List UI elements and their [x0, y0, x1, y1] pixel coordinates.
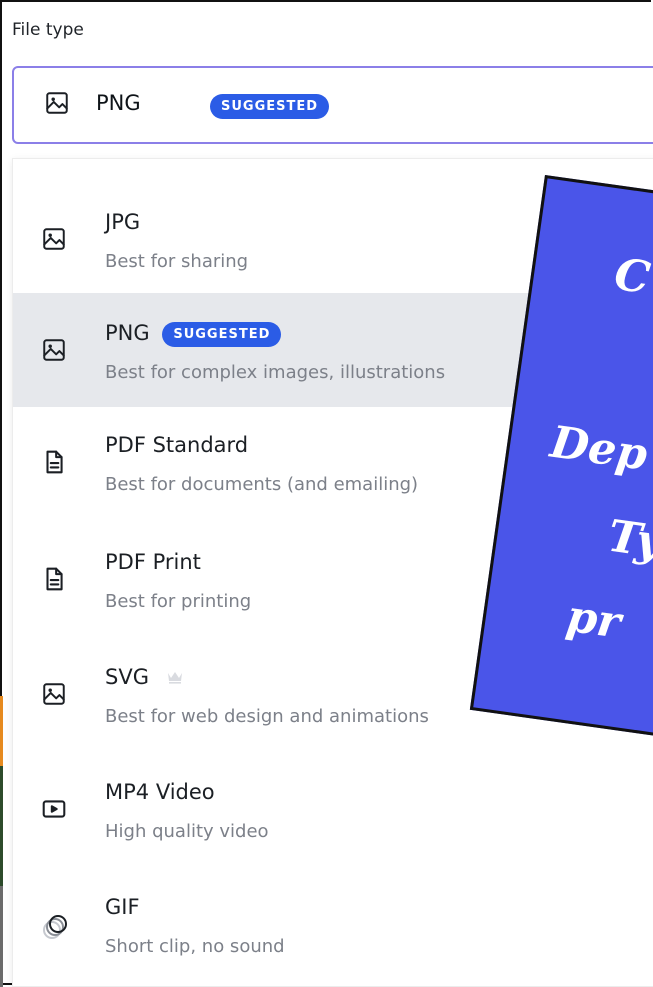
selected-file-type: PNG [96, 91, 141, 115]
option-title: PNG SUGGESTED [105, 321, 282, 347]
suggested-badge: SUGGESTED [210, 94, 330, 119]
overlay-text: pr [563, 590, 624, 649]
option-title-text: SVG [105, 665, 149, 689]
background-strip [0, 696, 3, 766]
background-strip [0, 886, 3, 987]
image-icon [41, 337, 67, 367]
option-description: Short clip, no sound [105, 936, 285, 957]
option-description: Best for documents (and emailing) [105, 474, 419, 495]
option-title: GIF [105, 895, 140, 919]
overlay-text: Ty [604, 510, 653, 569]
image-icon [41, 226, 67, 256]
option-description: Best for complex images, illustrations [105, 362, 446, 383]
option-title: MP4 Video [105, 780, 215, 804]
option-title: PDF Standard [105, 433, 249, 457]
video-icon [41, 796, 67, 826]
option-description: Best for web design and animations [105, 706, 429, 727]
file-type-select[interactable]: PNG SUGGESTED [12, 66, 653, 144]
document-icon [41, 449, 67, 479]
option-mp4-video[interactable]: MP4 Video High quality video [13, 752, 653, 866]
option-title: SVG [105, 665, 184, 689]
option-description: Best for sharing [105, 251, 249, 272]
file-type-label: File type [12, 20, 84, 40]
option-description: High quality video [105, 821, 269, 842]
crown-icon [166, 665, 184, 689]
overlay-text: Dep [547, 416, 651, 481]
gif-icon [41, 911, 71, 945]
image-icon [44, 90, 70, 120]
image-icon [41, 681, 67, 711]
option-title: JPG [105, 210, 141, 234]
suggested-badge: SUGGESTED [162, 322, 282, 347]
option-gif[interactable]: GIF Short clip, no sound [13, 867, 653, 981]
option-title-text: PNG [105, 321, 150, 345]
background-strip [0, 766, 3, 886]
option-title: PDF Print [105, 550, 201, 574]
overlay-text: C [611, 248, 653, 305]
option-description: Best for printing [105, 591, 252, 612]
document-icon [41, 566, 67, 596]
